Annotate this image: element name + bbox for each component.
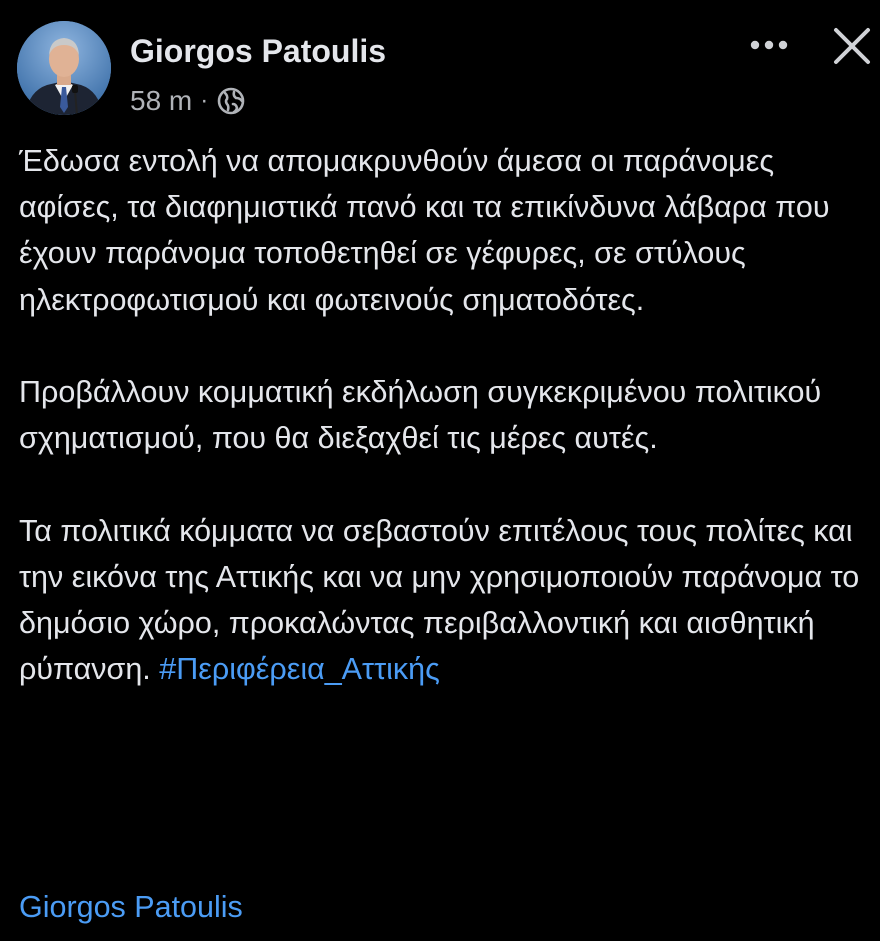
close-button[interactable] <box>830 24 874 68</box>
author-signature-link[interactable]: Giorgos Patoulis <box>19 884 243 930</box>
globe-icon[interactable] <box>217 87 245 115</box>
author-name[interactable]: Giorgos Patoulis <box>130 33 386 70</box>
hashtag-link[interactable]: #Περιφέρεια_Αττικής <box>159 652 440 686</box>
close-icon <box>834 28 870 64</box>
more-options-button[interactable] <box>746 28 792 62</box>
post-header: Giorgos Patoulis 58 m · <box>0 0 880 120</box>
avatar[interactable] <box>17 21 111 115</box>
timestamp[interactable]: 58 m <box>130 85 192 117</box>
post-text: Έδωσα εντολή να απομακρυνθούν άμεσα οι π… <box>19 138 864 692</box>
post-paragraph-3: Τα πολιτικά κόμματα να σεβαστούν επιτέλο… <box>19 508 864 693</box>
post-meta: 58 m · <box>130 84 245 118</box>
post-paragraph-2: Προβάλλουν κομματική εκδήλωση συγκεκριμέ… <box>19 375 822 456</box>
more-horizontal-icon <box>750 40 788 50</box>
avatar-portrait <box>17 21 111 115</box>
meta-separator: · <box>200 87 209 114</box>
post-paragraph-1: Έδωσα εντολή να απομακρυνθούν άμεσα οι π… <box>19 144 830 317</box>
